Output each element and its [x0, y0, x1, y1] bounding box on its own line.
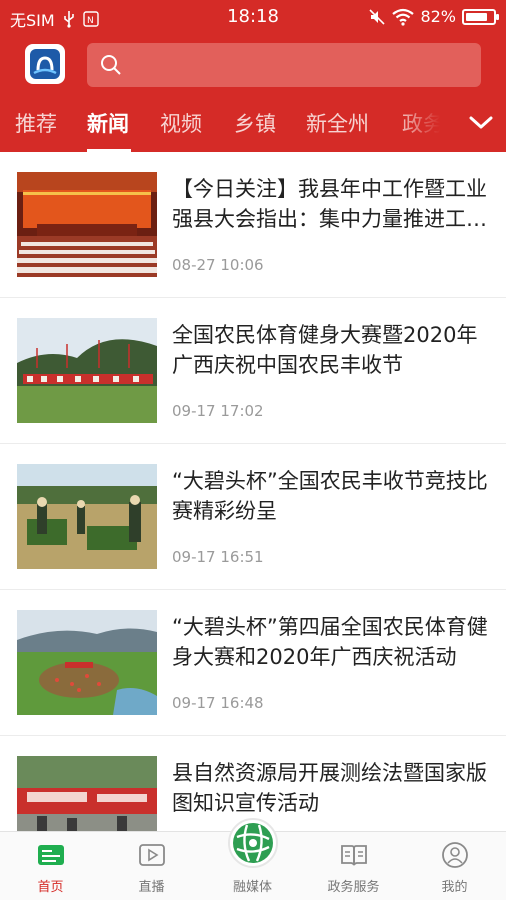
nav-label: 我的: [441, 880, 468, 895]
wifi-icon: [392, 8, 415, 26]
tab-news[interactable]: 新闻: [87, 108, 129, 138]
chevron-down-icon: [469, 116, 492, 129]
tab-recommend[interactable]: 推荐: [15, 108, 57, 138]
app-logo[interactable]: [25, 44, 65, 84]
news-title: 全国农民体育健身大赛暨2020年广西庆祝中国农民丰收节: [172, 323, 478, 377]
news-thumbnail: [17, 172, 157, 277]
harvest-competition-photo: [17, 464, 157, 569]
conference-hall-photo: [17, 172, 157, 277]
nav-profile[interactable]: 我的: [404, 832, 505, 900]
nav-gov-services[interactable]: 政务服务: [303, 832, 404, 900]
news-thumbnail: [17, 464, 157, 569]
news-item[interactable]: 【今日关注】我县年中工作暨工业强县大会指出：集中力量推进工业强县 08-27 1…: [0, 152, 506, 298]
tab-new-quanzhou[interactable]: 新全州: [306, 108, 369, 138]
news-thumbnail: [17, 610, 157, 715]
nav-label: 直播: [138, 880, 165, 895]
mute-icon: [369, 8, 386, 25]
logo-icon: [30, 49, 60, 79]
news-time: 09-17 16:48: [172, 694, 264, 712]
status-bar: 无SIM N 18:18 82%: [0, 0, 506, 36]
tab-video[interactable]: 视频: [160, 108, 202, 138]
farm-festival-photo: [17, 318, 157, 423]
nav-live[interactable]: 直播: [101, 832, 202, 900]
search-input[interactable]: [87, 43, 481, 87]
news-title: “大碧头杯”全国农民丰收节竞技比赛精彩纷呈: [172, 469, 488, 523]
nav-home[interactable]: 首页: [0, 832, 101, 900]
app-header: [0, 36, 506, 94]
news-time: 09-17 17:02: [172, 402, 264, 420]
tab-more-button[interactable]: [455, 94, 506, 152]
home-icon: [38, 845, 64, 865]
news-title: 县自然资源局开展测绘法暨国家版图知识宣传活动: [172, 761, 487, 815]
nav-label: 政务服务: [327, 880, 380, 895]
news-item[interactable]: “大碧头杯”全国农民丰收节竞技比赛精彩纷呈 09-17 16:51: [0, 444, 506, 590]
user-icon: [442, 842, 468, 868]
nav-label: 融媒体: [232, 880, 272, 895]
globe-icon: [233, 823, 273, 863]
news-time: 08-27 10:06: [172, 256, 264, 274]
news-time: 09-17 16:51: [172, 548, 264, 566]
news-thumbnail: [17, 318, 157, 423]
tab-towns[interactable]: 乡镇: [234, 108, 276, 138]
status-right: 82%: [368, 7, 499, 26]
news-title: “大碧头杯”第四届全国农民体育健身大赛和2020年广西庆祝活动: [172, 615, 488, 669]
tab-fade: [395, 94, 455, 152]
news-item[interactable]: 全国农民体育健身大赛暨2020年广西庆祝中国农民丰收节 09-17 17:02: [0, 298, 506, 444]
festival-field-photo: [17, 610, 157, 715]
news-title: 【今日关注】我县年中工作暨工业强县大会指出：集中力量推进工业强县: [172, 177, 487, 231]
book-icon: [341, 845, 367, 866]
news-list: 【今日关注】我县年中工作暨工业强县大会指出：集中力量推进工业强县 08-27 1…: [0, 152, 506, 882]
center-media-button[interactable]: [228, 818, 278, 868]
battery-level: [466, 12, 488, 21]
battery-icon: [462, 8, 499, 25]
search-icon: [101, 55, 121, 75]
category-tab-bar: 推荐 新闻 视频 乡镇 新全州 政务: [0, 94, 506, 152]
news-item[interactable]: “大碧头杯”第四届全国农民体育健身大赛和2020年广西庆祝活动 09-17 16…: [0, 590, 506, 736]
nav-label: 首页: [37, 880, 64, 895]
battery-percent: 82%: [420, 7, 456, 26]
play-icon: [139, 844, 165, 866]
